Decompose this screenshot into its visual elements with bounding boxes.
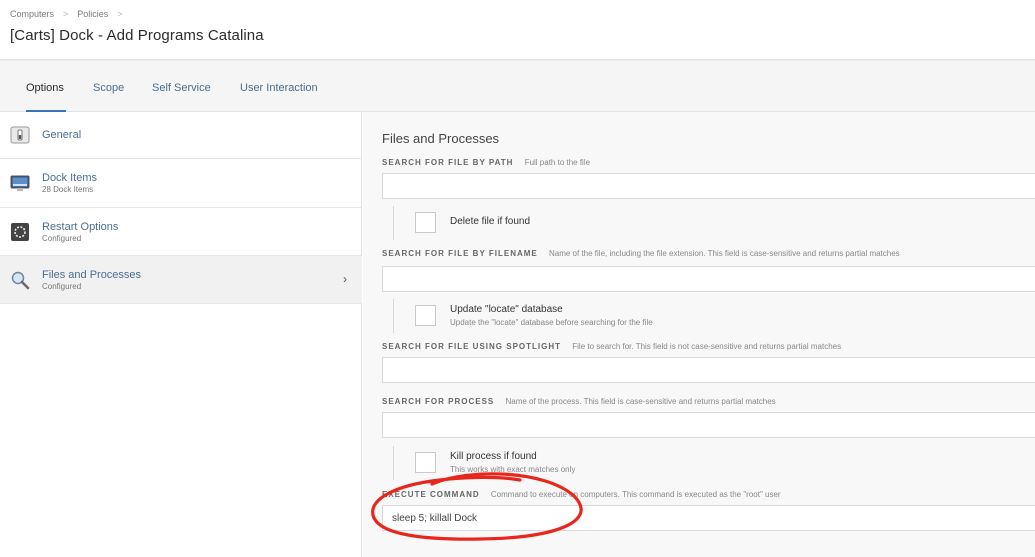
update-locate-checkbox[interactable] (415, 305, 436, 326)
general-switch-icon (10, 125, 30, 145)
breadcrumb-separator: > (63, 9, 69, 19)
sidebar-item-label: General (42, 129, 82, 141)
search-spotlight-label: SEARCH FOR FILE USING SPOTLIGHT File to … (382, 342, 841, 351)
execute-command-input[interactable] (382, 505, 1035, 531)
field-label-text: SEARCH FOR FILE USING SPOTLIGHT (382, 342, 562, 351)
tab-user-interaction[interactable]: User Interaction (240, 82, 318, 94)
sidebar: General Dock Items 28 Dock Items Restart… (0, 112, 362, 557)
sidebar-item-label: Files and Processes (42, 269, 142, 281)
sidebar-item-files-and-processes[interactable]: Files and Processes Configured › (0, 256, 362, 304)
tab-bar: Options Scope Self Service User Interact… (0, 60, 1035, 112)
tab-self-service[interactable]: Self Service (152, 82, 211, 94)
field-hint: Name of the process. This field is case-… (505, 397, 776, 406)
files-and-processes-panel: Files and Processes SEARCH FOR FILE BY P… (363, 112, 1035, 557)
field-label-text: SEARCH FOR FILE BY PATH (382, 158, 514, 167)
breadcrumb: Computers > Policies > (10, 9, 132, 19)
sidebar-item-subtitle: Configured (42, 282, 82, 291)
search-path-label: SEARCH FOR FILE BY PATH Full path to the… (382, 158, 590, 167)
delete-file-option: Delete file if found (393, 206, 530, 240)
magnifier-icon (10, 270, 30, 290)
sidebar-item-subtitle: Configured (42, 234, 82, 243)
breadcrumb-separator: > (117, 9, 123, 19)
field-hint: File to search for. This field is not ca… (572, 342, 842, 351)
kill-process-subtitle: This works with exact matches only (450, 465, 576, 474)
sidebar-item-label: Restart Options (42, 221, 119, 233)
search-path-input[interactable] (382, 173, 1035, 199)
execute-command-label: EXECUTE COMMAND Command to execute on co… (382, 490, 781, 499)
sidebar-item-restart-options[interactable]: Restart Options Configured (0, 208, 362, 256)
field-label-text: SEARCH FOR FILE BY FILENAME (382, 249, 538, 258)
sidebar-item-label: Dock Items (42, 172, 98, 184)
breadcrumb-computers[interactable]: Computers (10, 9, 54, 19)
update-locate-label: Update "locate" database (450, 304, 563, 315)
kill-process-checkbox[interactable] (415, 452, 436, 473)
sidebar-item-general[interactable]: General (0, 112, 362, 159)
search-filename-label: SEARCH FOR FILE BY FILENAME Name of the … (382, 249, 900, 258)
section-title: Files and Processes (382, 131, 500, 146)
field-hint: Full path to the file (524, 158, 591, 167)
field-label-text: EXECUTE COMMAND (382, 490, 480, 499)
tab-options[interactable]: Options (26, 82, 64, 94)
field-label-text: SEARCH FOR PROCESS (382, 397, 495, 406)
update-locate-option: Update "locate" database Update the "loc… (393, 299, 653, 333)
chevron-right-icon: › (343, 272, 347, 286)
kill-process-option: Kill process if found This works with ex… (393, 446, 575, 480)
search-filename-input[interactable] (382, 266, 1035, 292)
field-hint: Command to execute on computers. This co… (490, 490, 781, 499)
field-hint: Name of the file, including the file ext… (548, 249, 900, 258)
update-locate-subtitle: Update the "locate" database before sear… (450, 318, 653, 327)
page-title: [Carts] Dock - Add Programs Catalina (10, 27, 264, 44)
tab-scope[interactable]: Scope (93, 82, 124, 94)
delete-file-label: Delete file if found (450, 216, 531, 227)
monitor-icon (10, 173, 30, 193)
sidebar-item-dock-items[interactable]: Dock Items 28 Dock Items (0, 159, 362, 208)
restart-icon (10, 222, 30, 242)
search-process-label: SEARCH FOR PROCESS Name of the process. … (382, 397, 776, 406)
search-process-input[interactable] (382, 412, 1035, 438)
breadcrumb-policies[interactable]: Policies (77, 9, 108, 19)
sidebar-item-subtitle: 28 Dock Items (42, 185, 94, 194)
kill-process-label: Kill process if found (450, 451, 537, 462)
page-header: Computers > Policies > [Carts] Dock - Ad… (0, 0, 1035, 60)
search-spotlight-input[interactable] (382, 357, 1035, 383)
delete-file-checkbox[interactable] (415, 212, 436, 233)
